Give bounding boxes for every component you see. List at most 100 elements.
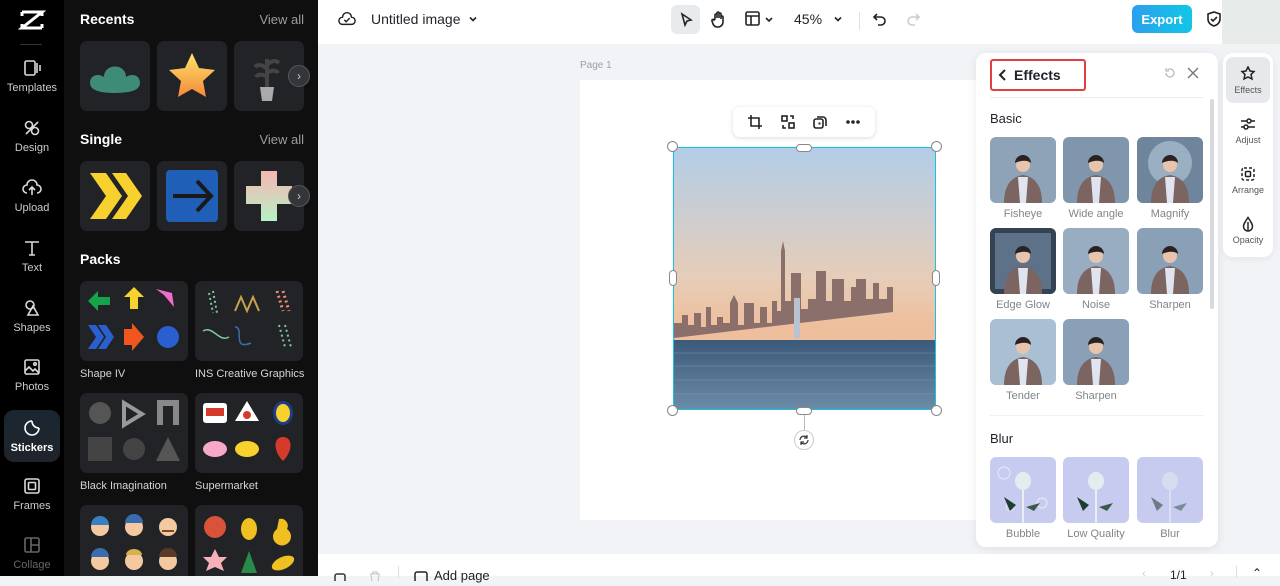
rail-label: Photos <box>14 381 50 393</box>
effect-option-bubble[interactable]: Bubble <box>990 457 1056 540</box>
pack-ins-creative-graphics[interactable] <box>195 281 303 361</box>
resize-handle-top-right[interactable] <box>931 141 942 152</box>
resize-handle-right[interactable] <box>932 270 940 286</box>
export-button[interactable]: Export <box>1132 5 1192 33</box>
pack-supermarket[interactable] <box>195 393 303 473</box>
recents-next-button[interactable]: › <box>288 65 310 87</box>
resize-handle-bottom-left[interactable] <box>667 405 678 416</box>
rail-item-stickers[interactable]: Stickers <box>4 410 60 462</box>
sticker-blue-arrow[interactable] <box>157 161 227 231</box>
resize-handle-top-left[interactable] <box>667 141 678 152</box>
zoom-dropdown-chevron-icon[interactable] <box>831 12 845 26</box>
sticker-green-cloud[interactable] <box>80 41 150 111</box>
rail-label: Templates <box>6 82 58 94</box>
panel-scrollbar[interactable] <box>1210 99 1214 309</box>
reset-effects-button[interactable] <box>1163 66 1177 85</box>
effects-back-button[interactable]: Effects <box>990 59 1086 91</box>
effect-option-wide-angle[interactable]: Wide angle <box>1063 137 1129 220</box>
chevron-left-icon <box>998 69 1006 81</box>
effect-option-sharpen[interactable]: Sharpen <box>1137 228 1203 311</box>
capcut-logo-icon[interactable] <box>18 8 46 32</box>
select-tool-button[interactable] <box>671 5 700 34</box>
next-page-button[interactable]: › <box>1210 568 1214 580</box>
effect-option-magnify[interactable]: Magnify <box>1137 137 1203 220</box>
close-panel-button[interactable] <box>1186 66 1200 85</box>
resize-handle-bottom-right[interactable] <box>931 405 942 416</box>
pack-black-imagination[interactable] <box>80 393 188 473</box>
document-title[interactable]: Untitled image <box>371 11 461 27</box>
pack-fruits[interactable] <box>195 505 303 576</box>
property-side-tabs: Effects Adjust Arrange Opacity <box>1223 53 1273 257</box>
green-cloud-sticker-icon <box>90 66 140 93</box>
resize-handle-left[interactable] <box>669 270 677 286</box>
effect-option-low-quality[interactable]: Low Quality <box>1063 457 1129 540</box>
zoom-level[interactable]: 45% <box>794 11 822 27</box>
side-tab-arrange[interactable]: Arrange <box>1226 157 1270 203</box>
pack-avatars[interactable] <box>80 505 188 576</box>
delete-page-button[interactable] <box>368 568 382 586</box>
crop-button[interactable] <box>747 114 763 130</box>
cloud-saved-icon[interactable] <box>337 9 357 29</box>
side-tab-opacity[interactable]: Opacity <box>1226 207 1270 253</box>
effect-option-edge-glow[interactable]: Edge Glow <box>990 228 1056 311</box>
rail-item-text[interactable]: Text <box>4 230 60 282</box>
sticker-yellow-chevrons[interactable] <box>80 161 150 231</box>
rail-divider <box>20 44 42 45</box>
top-toolbar: Untitled image 45% Export <box>318 0 1280 44</box>
sticker-gold-star[interactable] <box>157 41 227 111</box>
recents-view-all-link[interactable]: View all <box>259 12 304 27</box>
rail-item-shapes[interactable]: Shapes <box>4 290 60 342</box>
duplicate-button[interactable] <box>812 114 828 130</box>
selected-image-city-skyline[interactable] <box>673 147 936 410</box>
pack-shape-iv[interactable] <box>80 281 188 361</box>
rail-item-collage[interactable]: Collage <box>4 527 60 579</box>
rotate-handle[interactable] <box>794 430 814 450</box>
side-tab-effects[interactable]: Effects <box>1226 57 1270 103</box>
effect-option-tender[interactable]: Tender <box>990 319 1056 402</box>
duplicate-icon <box>813 116 828 129</box>
expand-pages-button[interactable]: ⌃ <box>1252 566 1262 580</box>
section-title-blur: Blur <box>990 431 1014 446</box>
title-dropdown-chevron-icon[interactable] <box>466 12 480 26</box>
rail-label: Frames <box>13 500 51 512</box>
single-view-all-link[interactable]: View all <box>259 132 304 147</box>
hand-tool-button[interactable] <box>708 8 730 30</box>
layout-icon <box>745 11 773 26</box>
effect-label: Noise <box>1081 299 1111 311</box>
bottom-divider <box>1236 566 1237 578</box>
effect-thumbnail <box>990 457 1056 523</box>
effects-panel-title: Effects <box>1014 67 1061 83</box>
chevrons-sticker-icon <box>90 173 142 219</box>
more-options-button[interactable] <box>845 114 861 130</box>
side-tab-adjust[interactable]: Adjust <box>1226 107 1270 153</box>
resize-handle-top[interactable] <box>796 144 812 152</box>
redo-button[interactable] <box>903 9 923 29</box>
undo-button[interactable] <box>870 9 890 29</box>
replace-button[interactable] <box>780 114 796 130</box>
black-imagination-pack-icon <box>88 399 180 461</box>
effect-option-sharpen[interactable]: Sharpen <box>1063 319 1129 402</box>
effect-option-fisheye[interactable]: Fisheye <box>990 137 1056 220</box>
rail-item-frames[interactable]: Frames <box>4 468 60 520</box>
resize-handle-bottom[interactable] <box>796 407 812 415</box>
single-next-button[interactable]: › <box>288 185 310 207</box>
replace-icon <box>780 115 795 129</box>
rail-item-upload[interactable]: Upload <box>4 170 60 222</box>
effect-option-blur[interactable]: Blur <box>1137 457 1203 540</box>
copy-page-button[interactable] <box>334 568 348 586</box>
effect-thumbnail <box>1137 457 1203 523</box>
crop-icon <box>748 115 763 129</box>
layout-dropdown-button[interactable] <box>744 9 778 29</box>
section-divider <box>990 415 1204 416</box>
effect-label: Magnify <box>1150 208 1190 220</box>
rail-item-templates[interactable]: Templates <box>4 50 60 102</box>
prev-page-button[interactable]: ‹ <box>1142 568 1146 580</box>
rail-item-design[interactable]: Design <box>4 110 60 162</box>
effect-thumbnail <box>990 319 1056 385</box>
shield-check-icon[interactable] <box>1204 9 1224 29</box>
effect-option-noise[interactable]: Noise <box>1063 228 1129 311</box>
close-icon <box>1187 67 1199 79</box>
rail-item-photos[interactable]: Photos <box>4 349 60 401</box>
arrange-icon <box>1241 166 1255 181</box>
hand-icon <box>711 11 724 28</box>
